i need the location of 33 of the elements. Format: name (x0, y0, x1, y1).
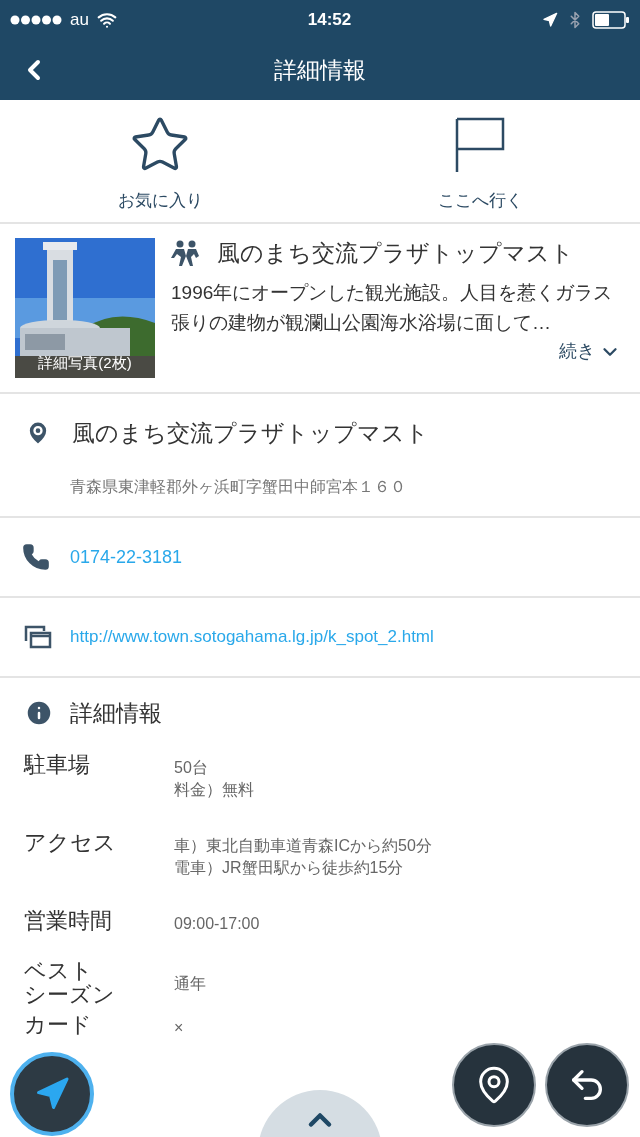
location-arrow-icon (542, 12, 558, 28)
detail-label: シーズン (24, 982, 115, 1007)
battery-icon (592, 11, 630, 29)
photo-caption: 詳細写真(2枚) (37, 352, 133, 373)
detail-value: 09:00-17:00 (174, 913, 260, 934)
action-button[interactable]: お気に入り (0, 100, 320, 222)
phone-icon (22, 543, 50, 571)
detail-value: × (174, 1017, 184, 1038)
detail-label: カード (24, 1012, 92, 1037)
status-time: 14:52 (307, 9, 352, 32)
detail-label: 営業時間 (24, 908, 112, 933)
windows-icon (24, 625, 52, 649)
spot-name: 風のまち交流プラザトップマスト (217, 238, 574, 268)
section-title: 詳細情報 (70, 699, 162, 728)
address-text: 青森県東津軽郡外ヶ浜町字蟹田中師宮本１６０ (70, 476, 407, 497)
detail-label: ベスト (24, 958, 93, 983)
signal-icon (10, 15, 62, 25)
read-more-link[interactable]: 続き (559, 338, 621, 365)
walking-people-icon (171, 240, 201, 266)
detail-value: 通年 (174, 973, 206, 994)
action-button[interactable]: ここへ行く (320, 100, 640, 222)
detail-value: 50台 料金）無料 (174, 757, 254, 800)
page-title: 詳細情報 (274, 55, 366, 85)
flag-icon (454, 117, 506, 173)
detail-label: アクセス (24, 830, 116, 855)
detail-value: 車）東北自動車道青森ICから約50分 電車）JR蟹田駅から徒歩約15分 (174, 835, 432, 878)
photo-thumbnail[interactable]: 詳細写真(2枚) (15, 238, 155, 378)
detail-label: 駐車場 (24, 752, 90, 777)
carrier-label: au (70, 9, 89, 32)
wifi-icon (96, 10, 117, 30)
navigation-arrow-icon (34, 1076, 70, 1112)
location-name: 風のまち交流プラザトップマスト (72, 419, 429, 448)
spot-description: 1996年にオープンした観光施設。人目を惹くガラス張りの建物が観瀾山公園海水浴場に面して… (171, 281, 614, 335)
